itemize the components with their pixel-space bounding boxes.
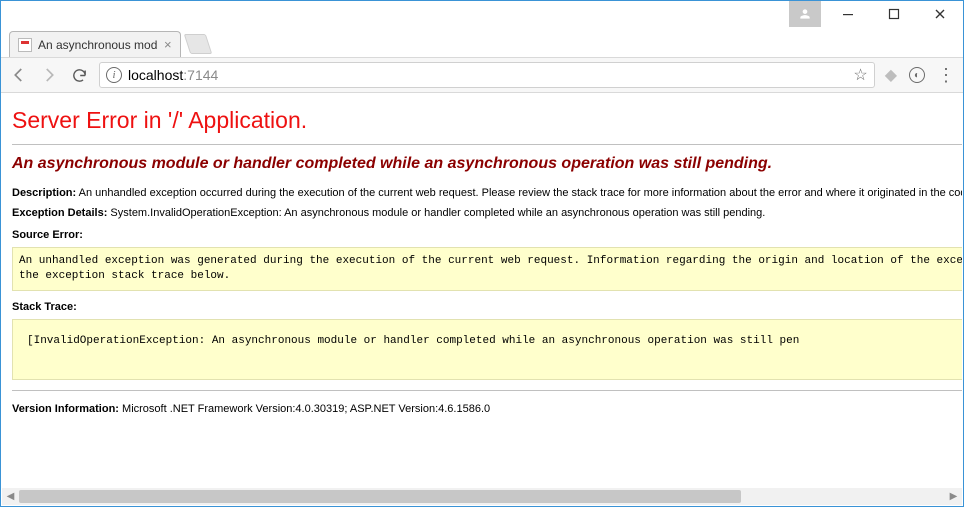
error-subtitle: An asynchronous module or handler comple…	[12, 155, 962, 173]
stack-trace-label: Stack Trace:	[12, 301, 962, 313]
divider	[12, 144, 962, 145]
window-maximize-button[interactable]	[871, 1, 917, 27]
drive-extension-icon[interactable]: ◆	[885, 65, 897, 85]
source-error-box: An unhandled exception was generated dur…	[12, 247, 962, 291]
window-titlebar	[1, 1, 963, 27]
address-bar[interactable]: i localhost:7144 ☆	[99, 62, 875, 88]
tab-close-icon[interactable]: ×	[164, 38, 172, 51]
window-close-button[interactable]	[917, 1, 963, 27]
horizontal-scrollbar[interactable]: ◀ ▶	[2, 488, 962, 505]
url-port: :7144	[183, 67, 218, 83]
description-text: An unhandled exception occurred during t…	[79, 187, 962, 199]
tab-title: An asynchronous modul	[38, 38, 158, 52]
source-error-label: Source Error:	[12, 229, 962, 241]
bookmark-star-icon[interactable]: ☆	[853, 65, 867, 85]
version-section: Version Information: Microsoft .NET Fram…	[12, 403, 962, 415]
extension-area: ◆ ◐ ⋮	[885, 65, 955, 86]
scroll-thumb[interactable]	[19, 490, 741, 503]
circle-extension-icon[interactable]: ◐	[909, 67, 925, 83]
site-info-icon[interactable]: i	[106, 67, 122, 83]
description-label: Description:	[12, 187, 76, 199]
exception-section: Exception Details: System.InvalidOperati…	[12, 207, 962, 219]
scroll-track[interactable]	[19, 488, 945, 505]
new-tab-button[interactable]	[183, 34, 211, 54]
page-viewport: Server Error in '/' Application. An asyn…	[2, 93, 962, 488]
version-label: Version Information:	[12, 403, 119, 415]
toolbar: i localhost:7144 ☆ ◆ ◐ ⋮	[1, 57, 963, 93]
browser-tab[interactable]: An asynchronous modul ×	[9, 31, 181, 57]
url-text: localhost:7144	[128, 67, 218, 83]
window-minimize-button[interactable]	[825, 1, 871, 27]
reload-button[interactable]	[69, 67, 89, 84]
page-title: Server Error in '/' Application.	[12, 107, 962, 134]
description-section: Description: An unhandled exception occu…	[12, 187, 962, 199]
divider-2	[12, 390, 962, 391]
version-text: Microsoft .NET Framework Version:4.0.303…	[122, 403, 490, 415]
scroll-left-button[interactable]: ◀	[2, 488, 19, 505]
tab-strip: An asynchronous modul ×	[1, 27, 963, 57]
forward-button[interactable]	[39, 66, 59, 84]
chrome-user-button[interactable]	[789, 1, 821, 27]
tab-favicon	[18, 38, 32, 52]
chrome-menu-icon[interactable]: ⋮	[937, 65, 955, 86]
error-page: Server Error in '/' Application. An asyn…	[2, 93, 962, 445]
url-host: localhost	[128, 67, 183, 83]
scroll-right-button[interactable]: ▶	[945, 488, 962, 505]
back-button[interactable]	[9, 66, 29, 84]
exception-label: Exception Details:	[12, 207, 107, 219]
stack-trace-box: [InvalidOperationException: An asynchron…	[12, 319, 962, 380]
exception-text: System.InvalidOperationException: An asy…	[110, 207, 765, 219]
